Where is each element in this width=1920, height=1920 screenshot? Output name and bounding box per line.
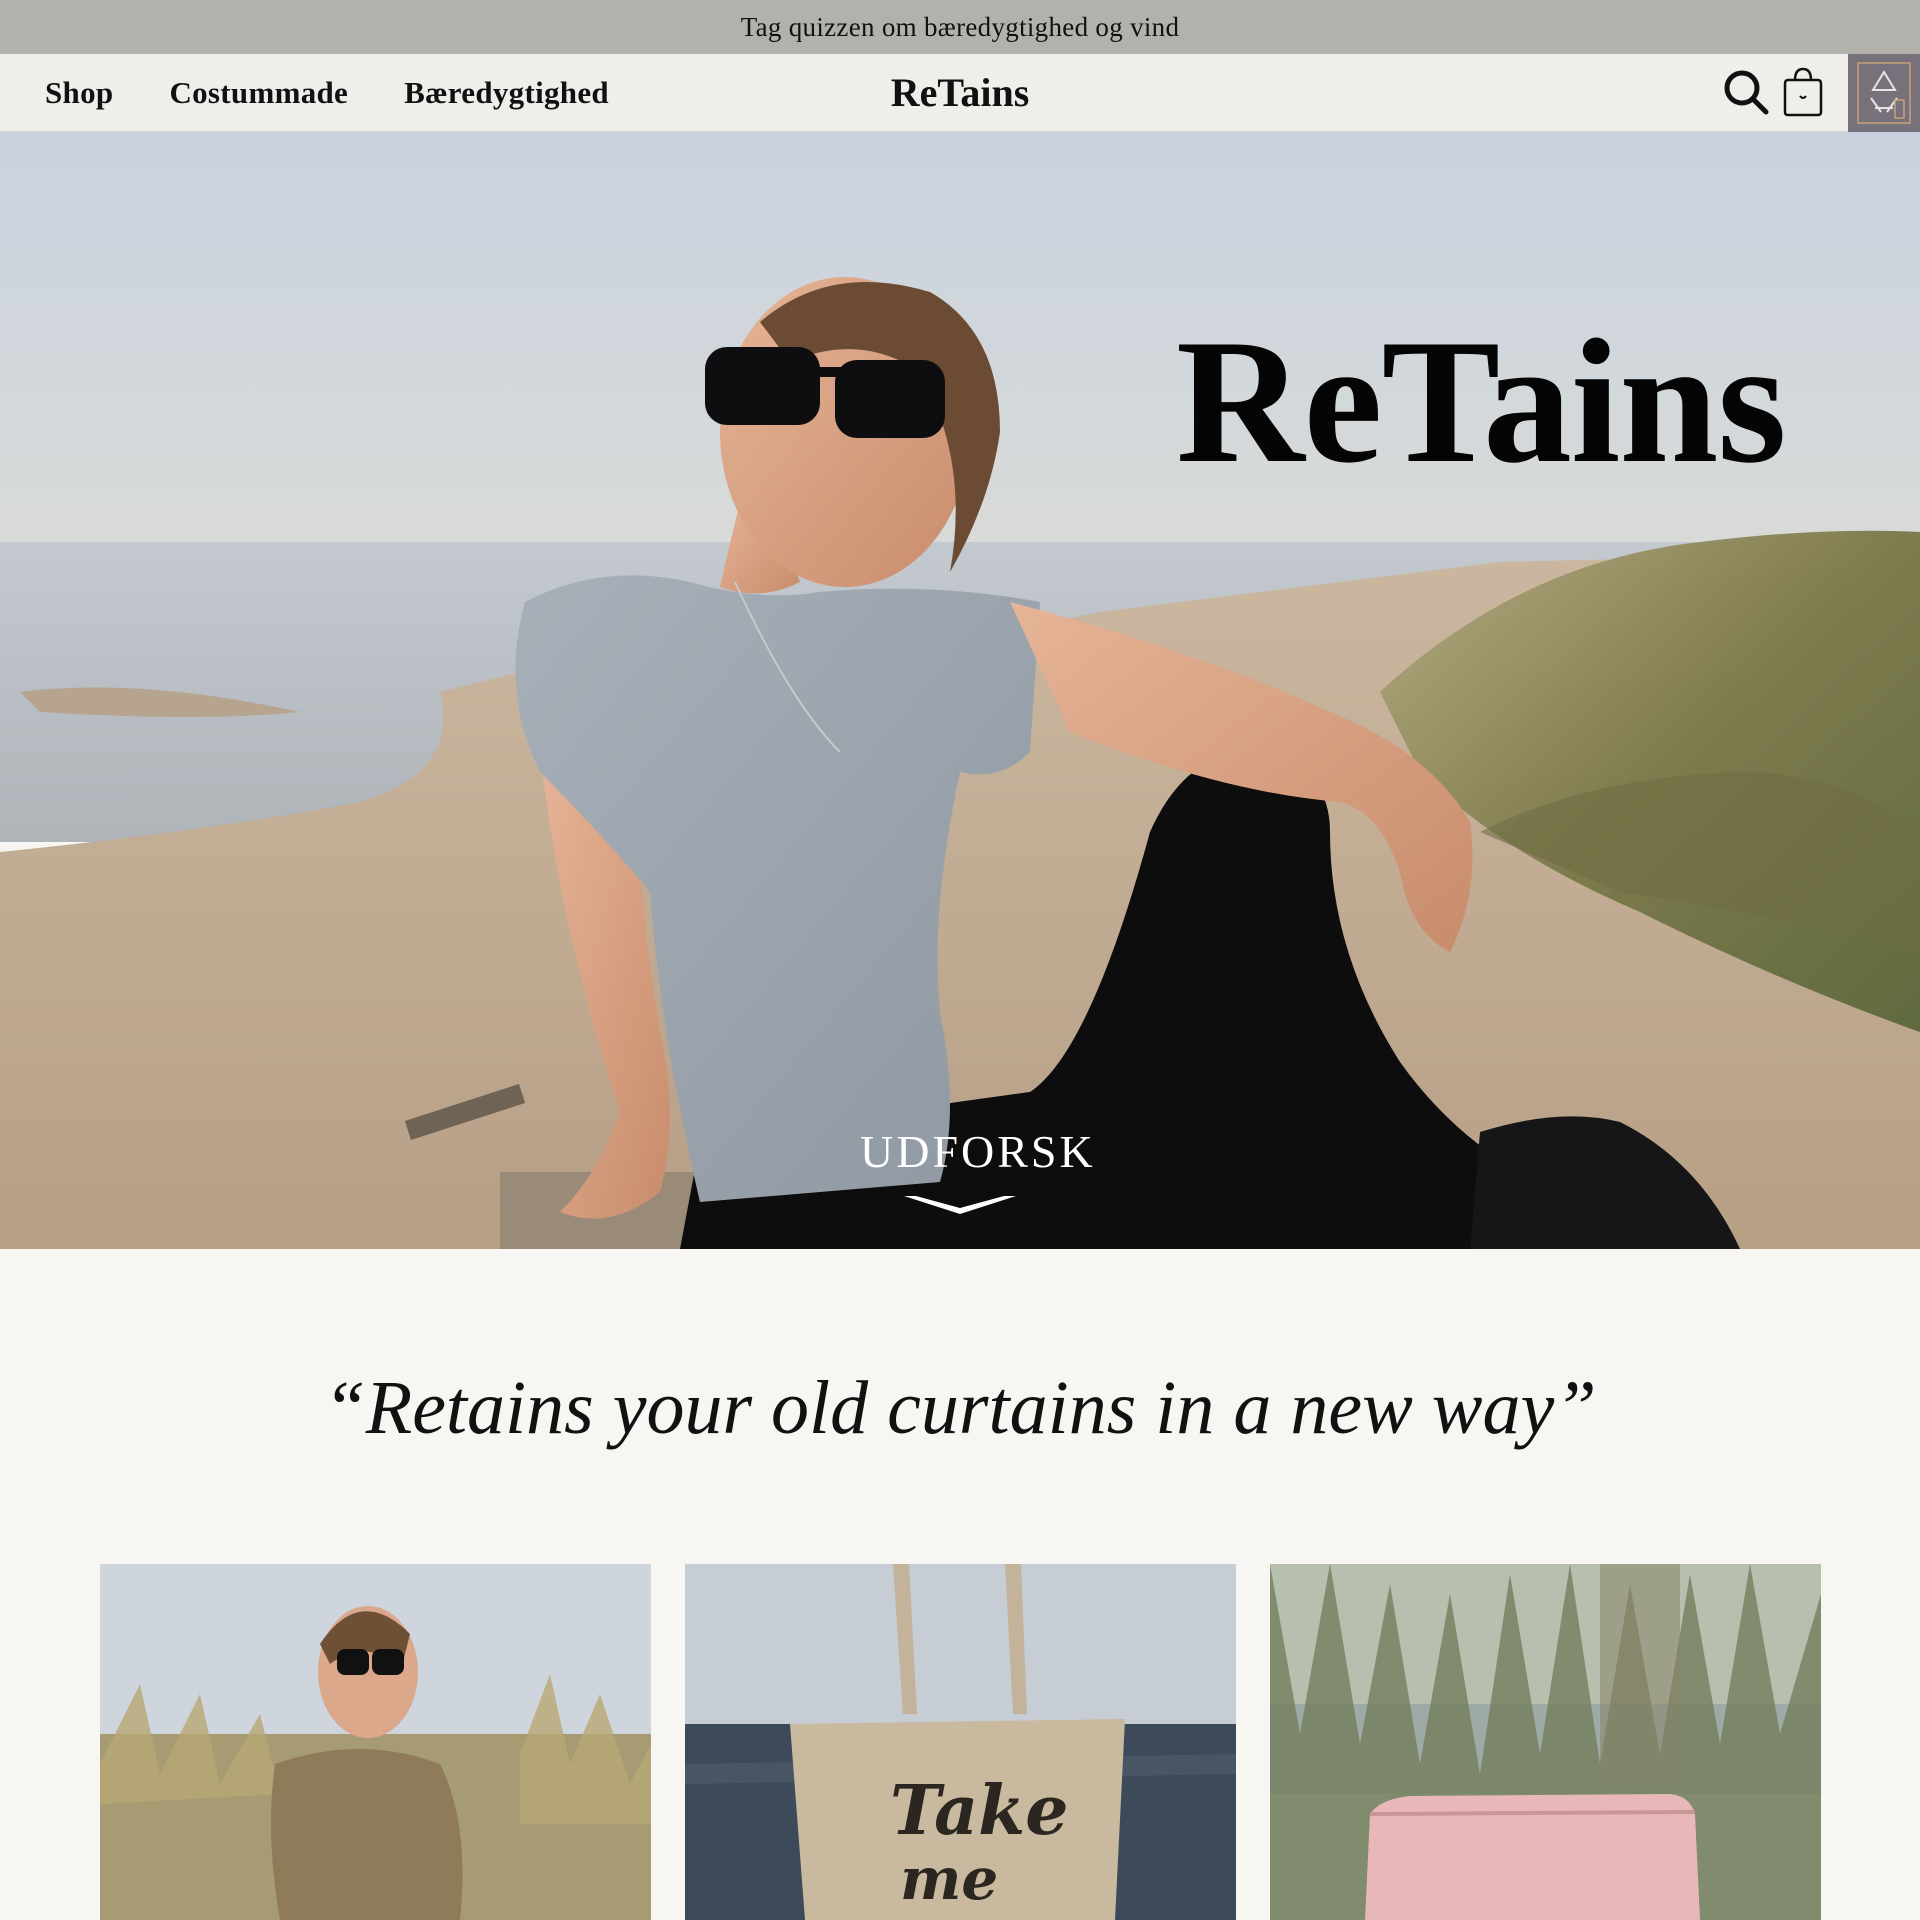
- chevron-down-icon: [904, 1196, 1016, 1214]
- product-card-pouch[interactable]: [1270, 1564, 1821, 1920]
- tote-print-text: Take: [890, 1771, 1069, 1851]
- product-card-tshirt[interactable]: [100, 1564, 651, 1920]
- explore-label: UDFORSK: [860, 1126, 1096, 1177]
- tagline-quote: “Retains your old curtains in a new way”: [323, 1366, 1597, 1450]
- product-card-tote[interactable]: Take me: [685, 1564, 1236, 1920]
- brand-logo-text[interactable]: ReTains: [891, 70, 1030, 115]
- cart-icon[interactable]: [1780, 66, 1826, 118]
- hero-title: ReTains: [1176, 302, 1787, 500]
- announcement-bar[interactable]: Tag quizzen om bæredygtighed og vind: [0, 0, 1920, 54]
- hero-photo: [0, 132, 1920, 1249]
- site-header: Shop Costummade Bæredygtighed ReTains: [0, 54, 1920, 132]
- nav-sustainability[interactable]: Bæredygtighed: [404, 75, 609, 111]
- product-image-pouch: [1270, 1564, 1821, 1920]
- main-nav: Shop Costummade Bæredygtighed: [45, 54, 609, 132]
- announcement-text[interactable]: Tag quizzen om bæredygtighed og vind: [741, 12, 1180, 43]
- explore-button[interactable]: UDFORSK: [860, 1125, 1096, 1235]
- recycle-badge-icon[interactable]: [1848, 54, 1920, 132]
- hero-banner: ReTains UDFORSK: [0, 132, 1920, 1249]
- nav-costummade[interactable]: Costummade: [169, 75, 348, 111]
- tote-print-text-2: me: [900, 1845, 998, 1913]
- product-image-tote: Take me: [685, 1564, 1236, 1920]
- search-icon[interactable]: [1722, 68, 1770, 116]
- product-image-tshirt: [100, 1564, 651, 1920]
- nav-shop[interactable]: Shop: [45, 75, 113, 111]
